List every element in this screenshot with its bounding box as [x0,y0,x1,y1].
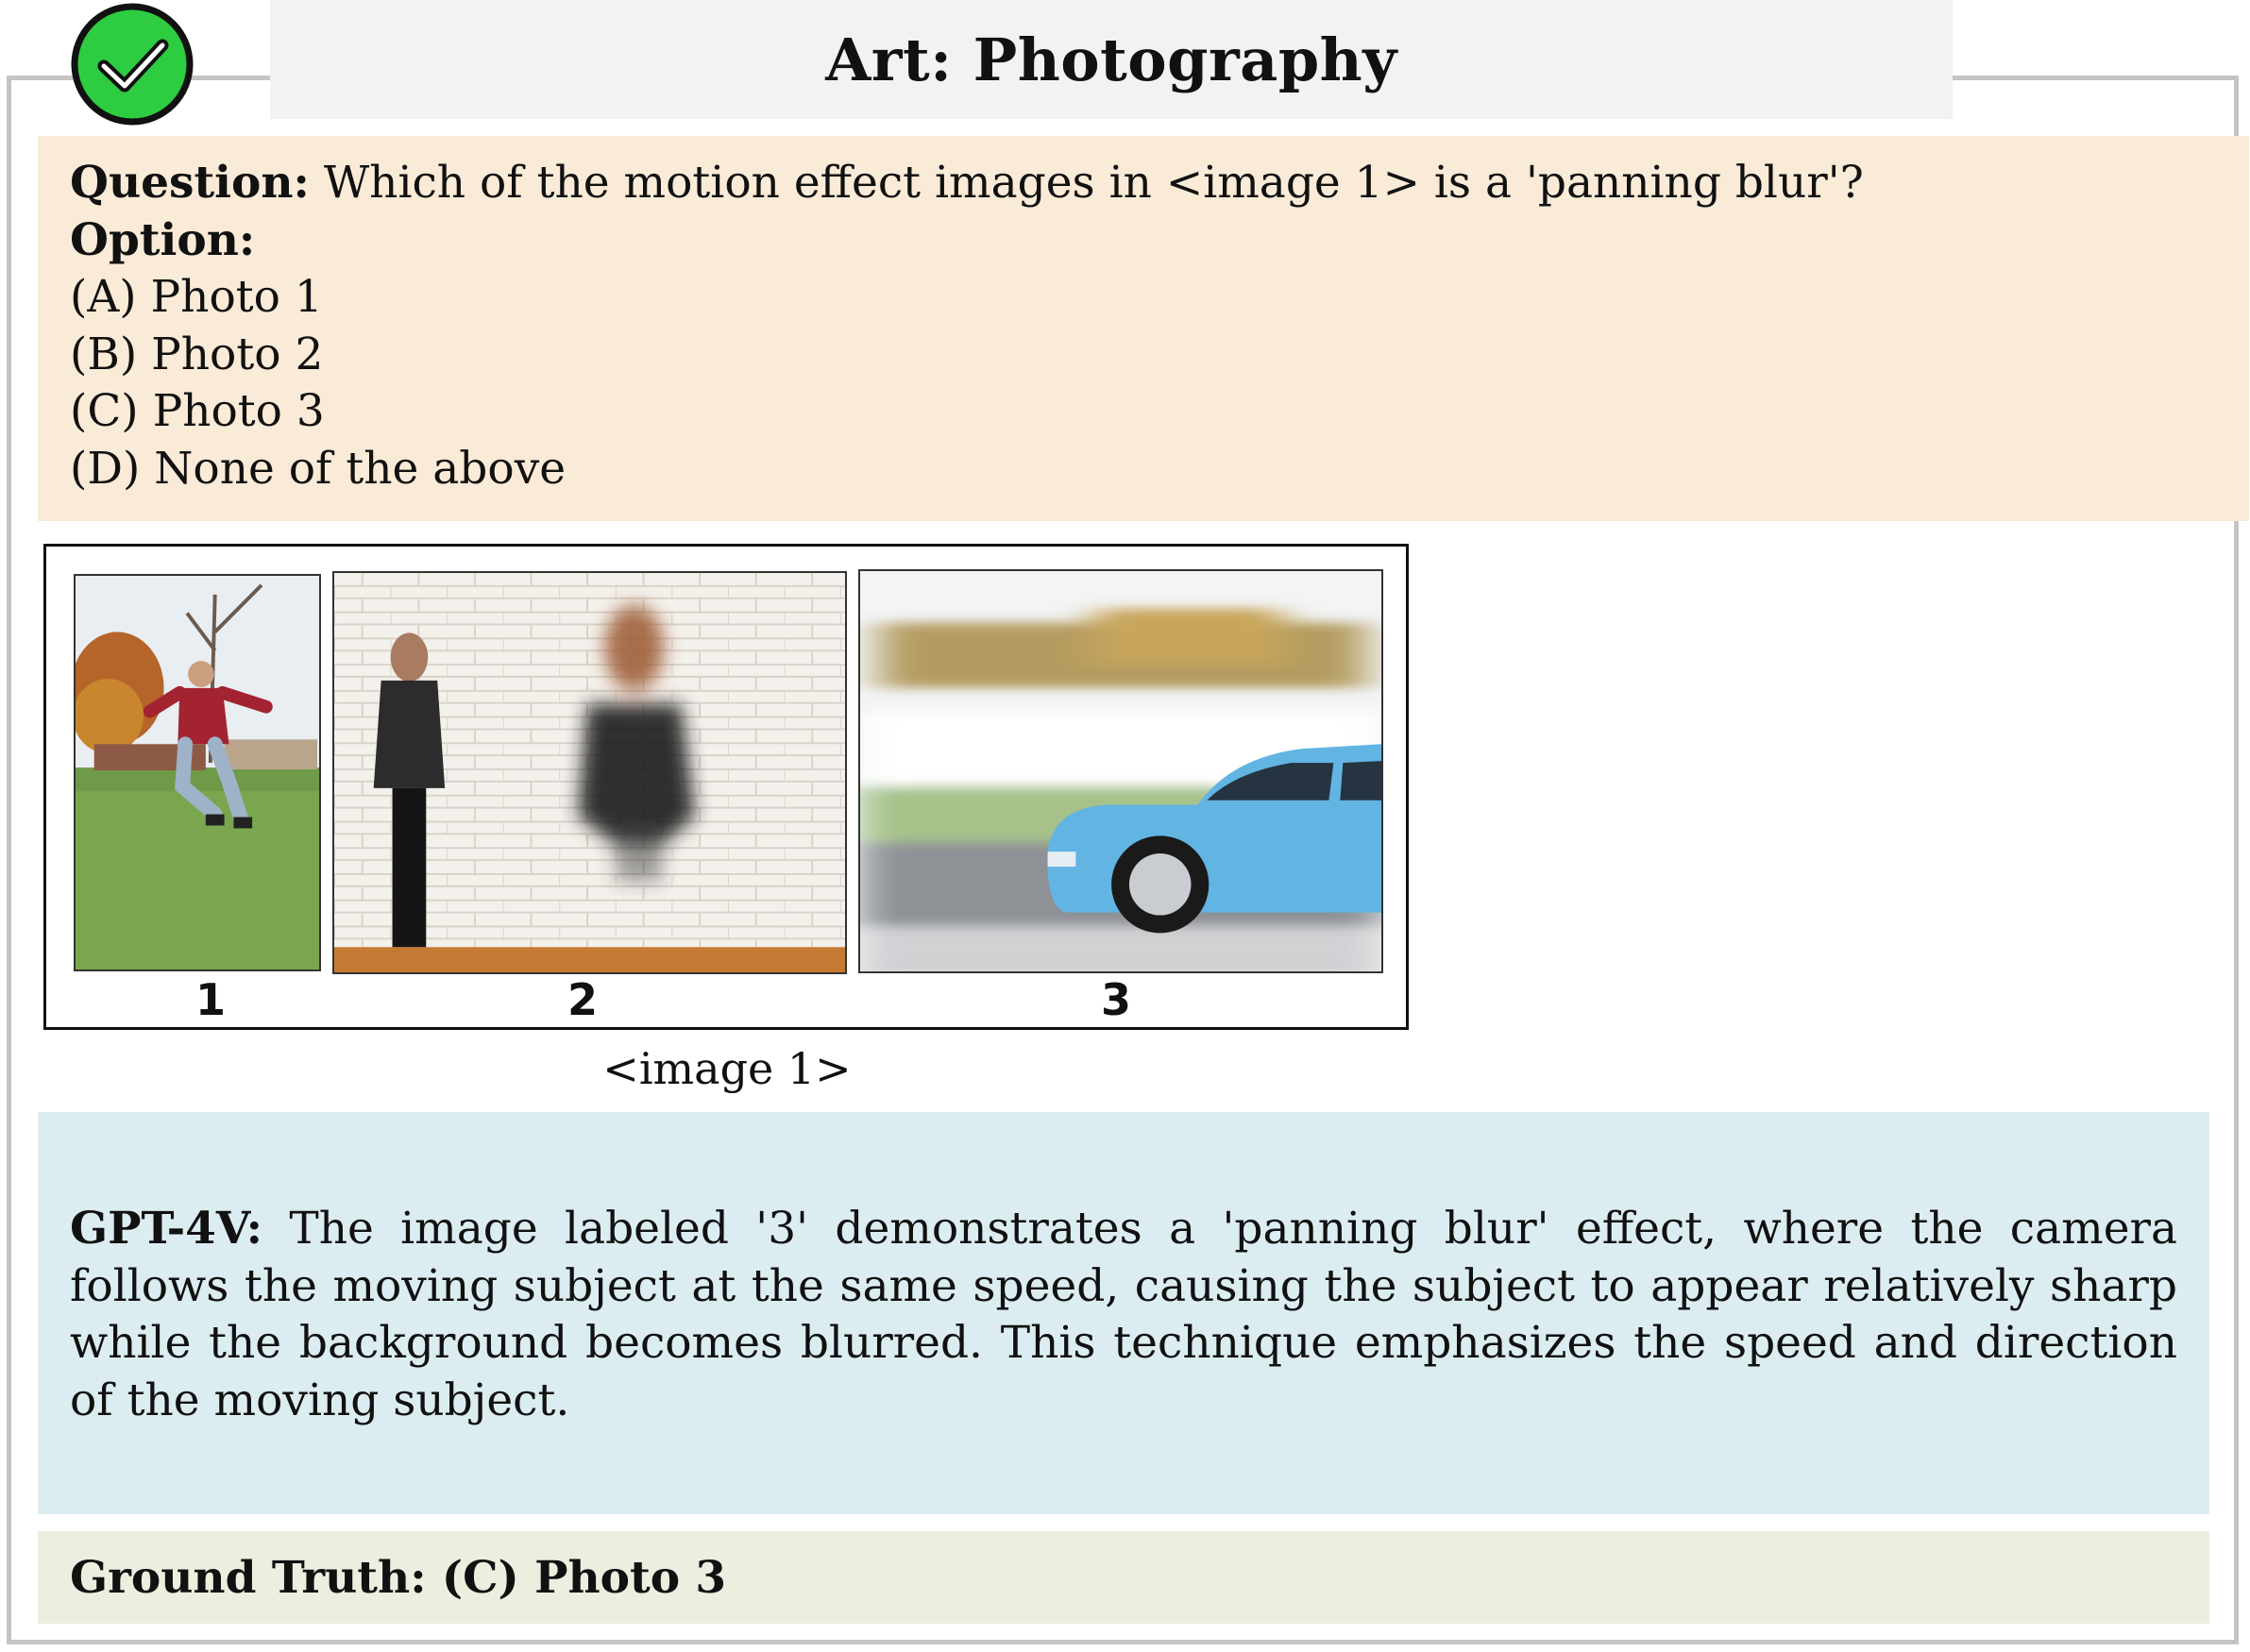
options-label: Option: [70,213,256,266]
ground-truth-text: Ground Truth: (C) Photo 3 [70,1551,727,1604]
model-answer-box: GPT-4V: The image labeled '3' demonstrat… [38,1112,2209,1514]
question-line: Question: Which of the motion effect ima… [70,155,2217,212]
option-c: (C) Photo 3 [70,385,325,437]
question-box: Question: Which of the motion effect ima… [38,136,2249,521]
question-label: Question: [70,157,310,209]
photo-2-blur-person [332,571,847,974]
figure-caption: <image 1> [602,1043,852,1094]
question-text: Which of the motion effect images in <im… [309,157,1864,209]
option-a: (A) Photo 1 [70,271,323,323]
photo-3-panning-car [858,569,1383,973]
option-d: (D) None of the above [70,442,567,495]
page-title: Art: Photography [270,0,1953,119]
photo-label-2: 2 [567,974,598,1025]
motion-photos-figure: 1 2 3 [43,544,1409,1030]
option-b: (B) Photo 2 [70,328,324,380]
answer-text: The image labeled '3' demonstrates a 'pa… [70,1203,2177,1426]
photo-1-jumping-man [74,574,321,971]
photo-label-3: 3 [1100,974,1131,1025]
photo-label-1: 1 [195,974,226,1025]
answer-label: GPT-4V: [70,1203,262,1255]
ground-truth-box: Ground Truth: (C) Photo 3 [38,1531,2209,1624]
check-circle-icon [71,3,194,126]
